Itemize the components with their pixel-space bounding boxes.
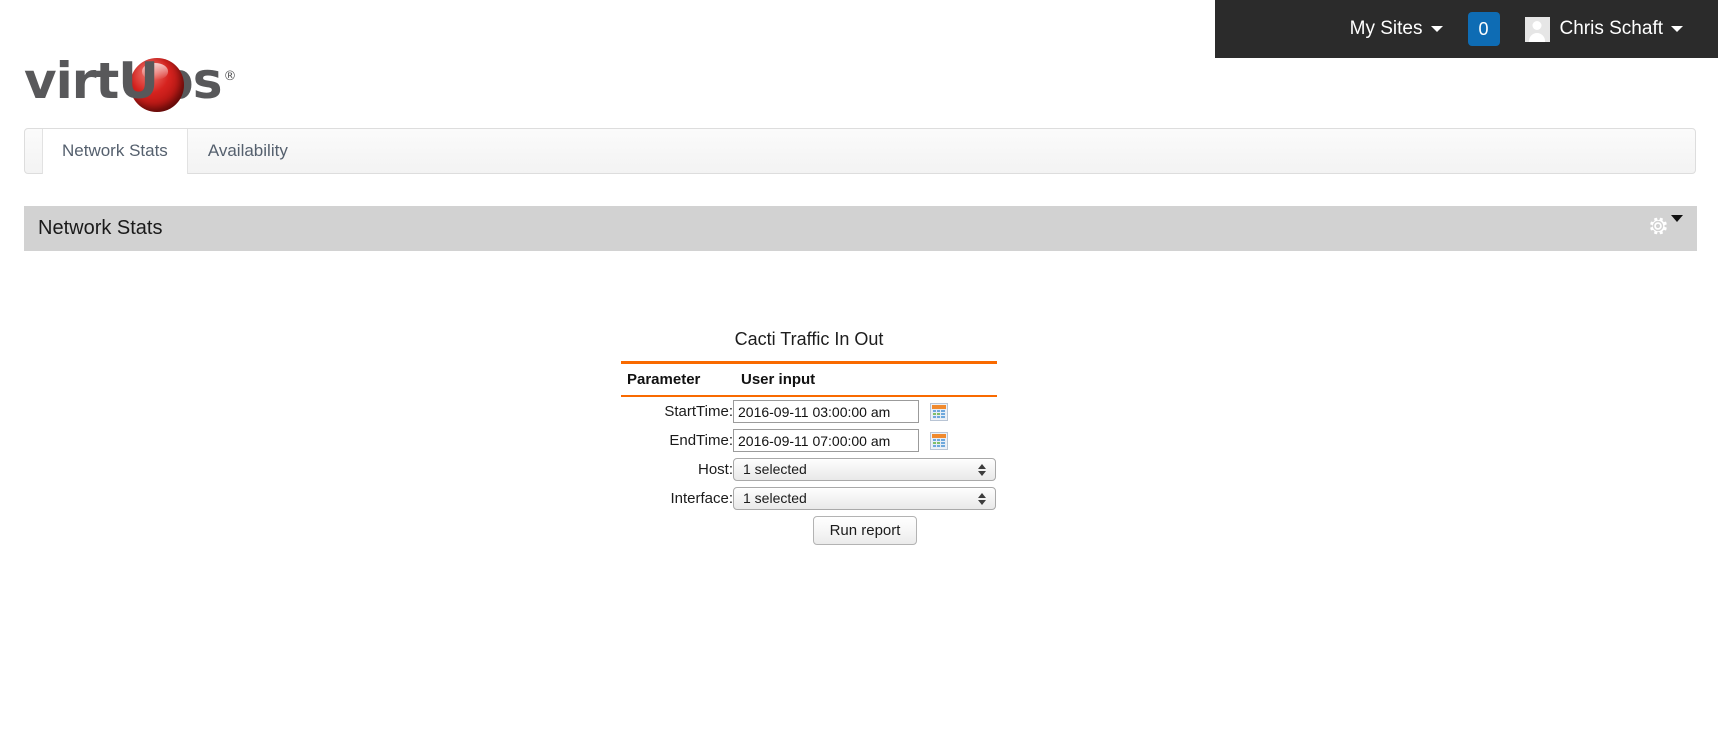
run-report-button[interactable]: Run report (812, 516, 918, 545)
panel-header: Network Stats (24, 206, 1697, 251)
logo-text-before: virt (24, 52, 119, 110)
endtime-calendar-button[interactable] (930, 431, 949, 450)
page-title: Network Stats (38, 217, 163, 239)
chevron-down-icon (1671, 26, 1683, 32)
tab-availability-label: Availability (207, 141, 288, 160)
calendar-icon (932, 404, 947, 419)
table-row: StartTime: (621, 396, 997, 426)
field-label-host: Host: (697, 461, 733, 478)
table-row: Run report (621, 513, 997, 548)
run-row-spacer (621, 513, 733, 548)
tab-network-stats[interactable]: Network Stats (42, 129, 188, 174)
table-row: Interface: 1 selected (621, 484, 997, 513)
tab-network-stats-label: Network Stats (62, 141, 168, 160)
parameters-table: Parameter User input StartTime: 2016-09-… (621, 361, 997, 548)
my-sites-label: My Sites (1349, 18, 1423, 39)
field-control-host: 1 selected (733, 455, 997, 484)
parameters-table-body: StartTime: 2016-09-11 03:00:00 am EndTim… (621, 396, 997, 548)
starttime-calendar-button[interactable] (930, 402, 949, 421)
report-title: Cacti Traffic In Out (734, 329, 884, 349)
report-parameters-form: Cacti Traffic In Out Parameter User inpu… (621, 329, 997, 548)
stepper-arrows-icon (978, 492, 986, 505)
parameters-table-head: Parameter User input (621, 362, 997, 397)
column-header-user-input: User input (733, 362, 997, 397)
user-name-label: Chris Schaft (1559, 18, 1663, 39)
host-select-value: 1 selected (743, 461, 807, 477)
panel-settings-menu[interactable] (1646, 214, 1683, 238)
registered-trademark-mark: ® (223, 69, 236, 85)
chevron-down-icon (1430, 26, 1443, 32)
field-label-interface: Interface: (670, 490, 733, 507)
field-control-endtime (733, 426, 997, 455)
top-navbar: My Sites 0 Chris Schaft (1215, 0, 1718, 58)
field-control-interface: 1 selected (733, 484, 997, 513)
stepper-arrows-icon (978, 463, 986, 476)
table-header-row: Parameter User input (621, 362, 997, 397)
logo-text-u: U (118, 52, 159, 110)
tab-availability[interactable]: Availability (188, 129, 308, 173)
table-row: Host: 1 selected (621, 455, 997, 484)
app-root: My Sites 0 Chris Schaft virtUps ® Network… (0, 0, 1718, 730)
table-row: EndTime: (621, 426, 997, 455)
my-sites-menu[interactable]: My Sites (1333, 0, 1460, 58)
calendar-icon (932, 433, 947, 448)
starttime-input[interactable] (733, 400, 919, 423)
field-label-starttime: StartTime: (664, 403, 733, 420)
interface-select-value: 1 selected (743, 490, 807, 506)
caret-down-icon (1671, 215, 1683, 222)
logo-wordmark: virtUps ® (24, 56, 236, 112)
interface-select[interactable]: 1 selected (733, 487, 996, 510)
field-control-starttime (733, 396, 997, 426)
host-select[interactable]: 1 selected (733, 458, 996, 481)
gear-icon (1650, 217, 1667, 235)
user-menu[interactable]: Chris Schaft (1508, 0, 1700, 58)
endtime-input[interactable] (733, 429, 919, 452)
notification-badge[interactable]: 0 (1467, 12, 1500, 46)
column-header-parameter: Parameter (621, 362, 733, 397)
network-stats-panel: Network Stats Cacti Traffic In Out Param… (24, 206, 1697, 721)
tab-bar: Network Stats Availability (24, 128, 1696, 174)
run-row: Run report (733, 513, 997, 548)
panel-body: Cacti Traffic In Out Parameter User inpu… (24, 251, 1697, 721)
field-label-endtime: EndTime: (669, 432, 733, 449)
avatar (1524, 16, 1550, 42)
brand-logo[interactable]: virtUps ® (24, 46, 236, 116)
